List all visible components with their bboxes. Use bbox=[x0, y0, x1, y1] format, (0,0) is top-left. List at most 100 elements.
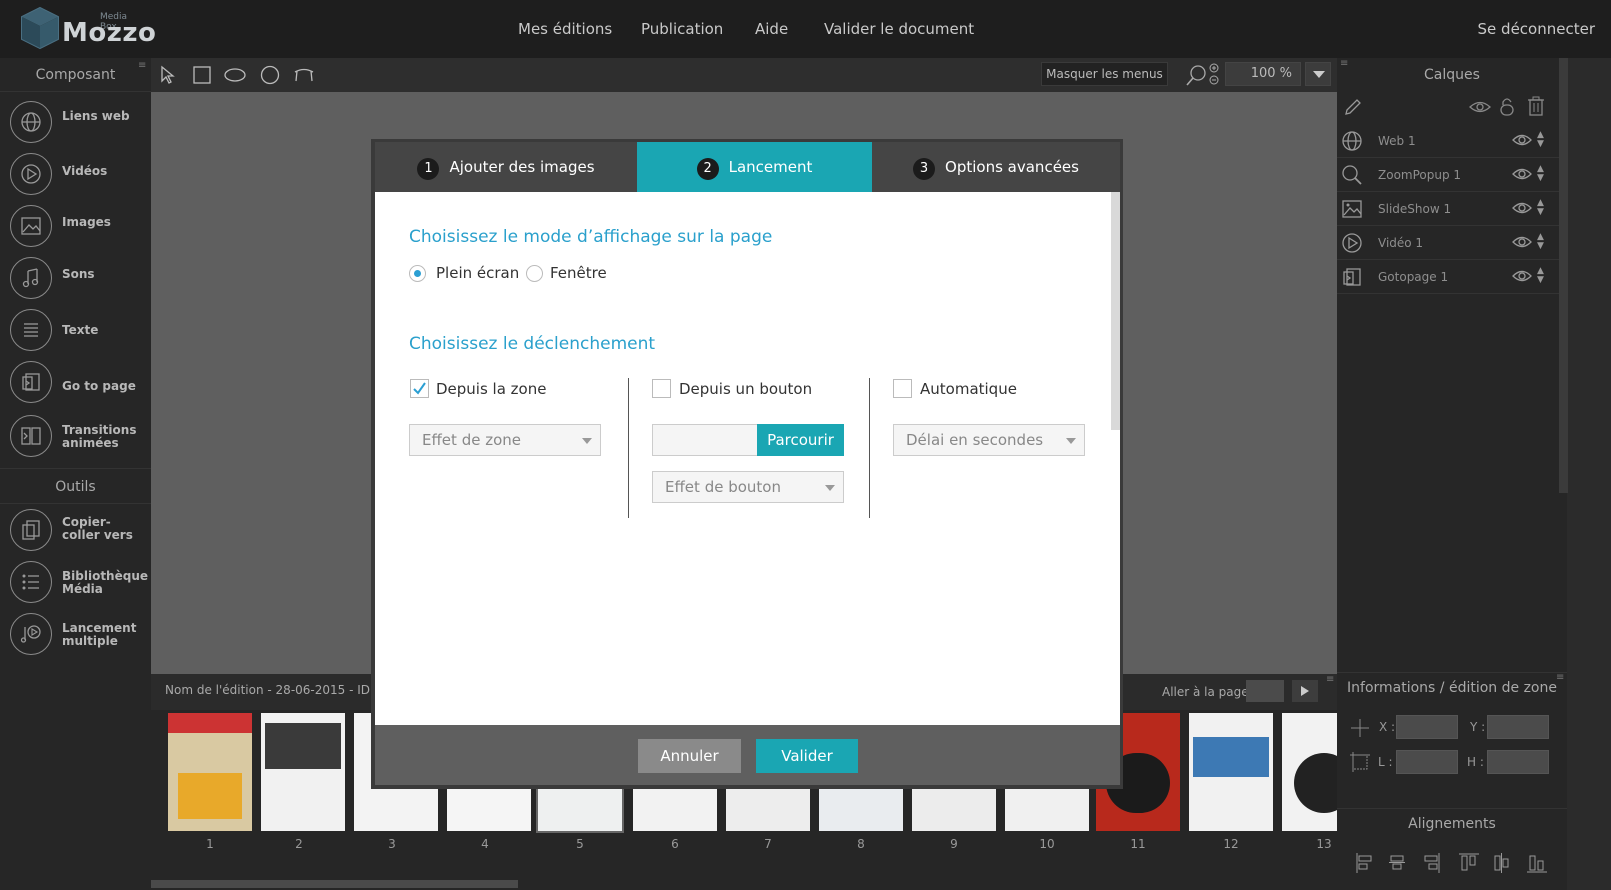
tool-videos[interactable]: Vidéos bbox=[0, 148, 151, 200]
page-number: 6 bbox=[671, 837, 679, 851]
layer-name: ZoomPopup 1 bbox=[1378, 168, 1462, 182]
radio-fenetre[interactable] bbox=[526, 265, 543, 282]
button-file-input[interactable] bbox=[652, 424, 758, 456]
cancel-button[interactable]: Annuler bbox=[638, 739, 741, 773]
panel-menu-icon[interactable]: ≡ bbox=[138, 60, 146, 71]
layer-row[interactable]: Gotopage 1 ▲ ▼ bbox=[1337, 260, 1559, 294]
mozzo-logo[interactable]: Media Box Mozzo bbox=[20, 6, 156, 52]
eye-icon[interactable] bbox=[1512, 269, 1532, 283]
tab-ajouter-images[interactable]: 1 Ajouter des images bbox=[375, 142, 637, 192]
circle-tool-icon[interactable] bbox=[260, 65, 280, 85]
goto-page-button[interactable] bbox=[1292, 680, 1318, 702]
list-icon bbox=[10, 561, 52, 603]
button-effect-select[interactable]: Effet de bouton bbox=[652, 471, 844, 503]
dialog-scrollbar[interactable] bbox=[1111, 192, 1120, 430]
zone-effect-select[interactable]: Effet de zone bbox=[409, 424, 601, 456]
x-input[interactable] bbox=[1396, 715, 1458, 739]
validate-button[interactable]: Valider bbox=[756, 739, 858, 773]
align-center-h-icon[interactable] bbox=[1389, 855, 1405, 870]
reorder-arrows-icon[interactable]: ▲ ▼ bbox=[1537, 131, 1544, 149]
alignment-tools bbox=[1356, 853, 1547, 873]
width-input[interactable] bbox=[1396, 750, 1458, 774]
resize-box-icon bbox=[1350, 752, 1370, 772]
thumbnails-scrollbar[interactable] bbox=[151, 880, 518, 888]
panel-menu-icon[interactable]: ≡ bbox=[1340, 58, 1348, 69]
trigger-title: Choisissez le déclenchement bbox=[409, 334, 656, 354]
page-thumbnail[interactable] bbox=[168, 713, 252, 831]
eye-icon[interactable] bbox=[1512, 167, 1532, 181]
checkbox-depuis-zone[interactable] bbox=[410, 379, 429, 398]
tool-texte[interactable]: Texte bbox=[0, 304, 151, 356]
rectangle-tool-icon[interactable] bbox=[193, 66, 211, 84]
layer-row[interactable]: ZoomPopup 1 ▲ ▼ bbox=[1337, 158, 1559, 192]
polygon-tool-icon[interactable] bbox=[293, 67, 315, 83]
ellipse-tool-icon[interactable] bbox=[224, 68, 246, 82]
tool-images[interactable]: Images bbox=[0, 200, 151, 252]
nav-mes-editions[interactable]: Mes éditions bbox=[518, 0, 612, 58]
page-thumbnail[interactable] bbox=[1282, 713, 1337, 831]
reorder-arrows-icon[interactable]: ▲ ▼ bbox=[1537, 199, 1544, 217]
pointer-tool-icon[interactable] bbox=[160, 65, 176, 85]
reorder-arrows-icon[interactable]: ▲ ▼ bbox=[1537, 165, 1544, 183]
align-top-icon[interactable] bbox=[1459, 853, 1479, 871]
panel-menu-icon[interactable]: ≡ bbox=[1556, 672, 1564, 683]
page-number: 4 bbox=[481, 837, 489, 851]
zoom-icon[interactable] bbox=[1185, 63, 1221, 87]
tool-copier-coller[interactable]: Copier-coller vers bbox=[0, 504, 151, 556]
tool-bibliotheque-media[interactable]: Bibliothèque Média bbox=[0, 556, 151, 608]
page-thumbnail[interactable] bbox=[1189, 713, 1273, 831]
align-center-v-icon[interactable] bbox=[1494, 853, 1509, 873]
pencil-icon[interactable] bbox=[1343, 97, 1363, 117]
layers-scrollbar[interactable] bbox=[1559, 58, 1568, 493]
trash-icon[interactable] bbox=[1527, 96, 1545, 116]
chevron-down-icon bbox=[582, 438, 592, 444]
page-number: 1 bbox=[206, 837, 214, 851]
reorder-arrows-icon[interactable]: ▲ ▼ bbox=[1537, 267, 1544, 285]
align-left-icon[interactable] bbox=[1356, 853, 1372, 873]
layer-row[interactable]: Vidéo 1 ▲ ▼ bbox=[1337, 226, 1559, 260]
reorder-arrows-icon[interactable]: ▲ ▼ bbox=[1537, 233, 1544, 251]
alignments-title: Alignements bbox=[1337, 808, 1567, 838]
layer-row[interactable]: SlideShow 1 ▲ ▼ bbox=[1337, 192, 1559, 226]
eye-icon[interactable] bbox=[1512, 133, 1532, 147]
zoom-level-input[interactable]: 100 % bbox=[1225, 62, 1301, 86]
layer-row[interactable]: Web 1 ▲ ▼ bbox=[1337, 124, 1559, 158]
eye-icon[interactable] bbox=[1512, 201, 1532, 215]
radio-plein-ecran[interactable] bbox=[409, 265, 426, 282]
page-number: 8 bbox=[857, 837, 865, 851]
height-label: H : bbox=[1467, 755, 1484, 769]
hide-menus-button[interactable]: Masquer les menus bbox=[1041, 62, 1168, 86]
eye-icon[interactable] bbox=[1469, 100, 1491, 114]
tool-liens-web[interactable]: Liens web bbox=[0, 96, 151, 148]
height-input[interactable] bbox=[1487, 750, 1549, 774]
nav-aide[interactable]: Aide bbox=[755, 0, 788, 58]
nav-publication[interactable]: Publication bbox=[641, 0, 723, 58]
align-bottom-icon[interactable] bbox=[1527, 855, 1547, 873]
tab-lancement[interactable]: 2 Lancement bbox=[637, 142, 872, 192]
delay-select[interactable]: Délai en secondes bbox=[893, 424, 1085, 456]
y-input[interactable] bbox=[1487, 715, 1549, 739]
panel-menu-icon[interactable]: ≡ bbox=[1326, 674, 1334, 685]
goto-page-input[interactable] bbox=[1246, 680, 1284, 702]
lock-icon[interactable] bbox=[1499, 96, 1515, 116]
tool-go-to-page[interactable]: Go to page bbox=[0, 356, 151, 408]
zoom-dropdown[interactable] bbox=[1305, 62, 1331, 86]
width-label: L : bbox=[1378, 755, 1393, 769]
page-number: 10 bbox=[1039, 837, 1055, 851]
tool-lancement-multiple[interactable]: Lancement multiple bbox=[0, 608, 151, 660]
checkbox-automatique[interactable] bbox=[893, 379, 912, 398]
edition-name: Nom de l'édition - 28-06-2015 - ID bbox=[165, 683, 371, 697]
nav-valider-document[interactable]: Valider le document bbox=[824, 0, 974, 58]
align-right-icon[interactable] bbox=[1424, 853, 1440, 873]
calques-title: Calques bbox=[1424, 67, 1480, 83]
eye-icon[interactable] bbox=[1512, 235, 1532, 249]
tool-sons[interactable]: Sons bbox=[0, 252, 151, 304]
tool-transitions-animees[interactable]: Transitions animées bbox=[0, 410, 151, 462]
checkbox-depuis-bouton[interactable] bbox=[652, 379, 671, 398]
browse-button[interactable]: Parcourir bbox=[757, 424, 844, 456]
logout-link[interactable]: Se déconnecter bbox=[1478, 0, 1595, 58]
page-number: 5 bbox=[576, 837, 584, 851]
tab-options-avancees[interactable]: 3 Options avancées bbox=[872, 142, 1120, 192]
page-thumbnail[interactable] bbox=[261, 713, 345, 831]
page-number: 13 bbox=[1316, 837, 1332, 851]
